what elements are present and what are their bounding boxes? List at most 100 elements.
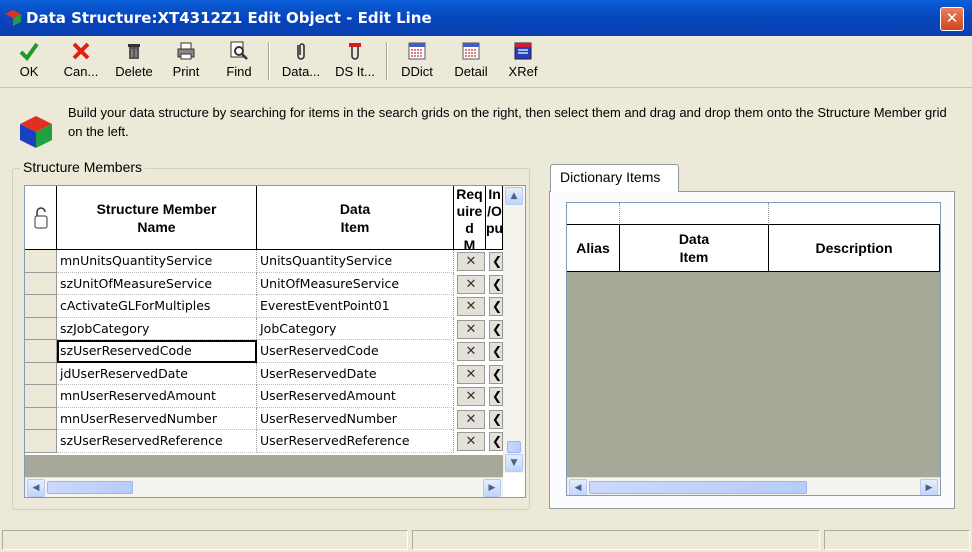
scroll-thumb[interactable] [589, 481, 807, 494]
data-item-cell[interactable]: JobCategory [257, 317, 454, 340]
member-row[interactable]: szJobCategory JobCategory ✕ ❮ [25, 317, 503, 340]
column-header-structure-member-name[interactable]: Structure Member Name [57, 186, 257, 250]
tab-dictionary-items[interactable]: Dictionary Items [550, 164, 679, 192]
data-item-cell[interactable]: UnitOfMeasureService [257, 272, 454, 295]
scroll-right-icon[interactable]: ▶ [920, 479, 938, 495]
scroll-up-icon[interactable]: ▲ [505, 187, 523, 205]
members-vertical-scrollbar[interactable]: ▲ ▼ [503, 186, 525, 473]
member-row[interactable]: mnUnitsQuantityService UnitsQuantityServi… [25, 250, 503, 273]
data-item-cell[interactable]: UserReservedCode [257, 340, 454, 363]
member-row[interactable]: jdUserReservedDate UserReservedDate ✕ ❮ [25, 362, 503, 385]
scroll-left-icon[interactable]: ◀ [569, 479, 587, 495]
remove-x-icon[interactable]: ✕ [457, 409, 485, 429]
remove-x-icon[interactable]: ✕ [457, 364, 485, 384]
data-item-cell[interactable]: UserReservedReference [257, 430, 454, 453]
ddict-label: DDict [401, 64, 433, 79]
row-selector-header[interactable] [25, 186, 57, 250]
structure-cube-icon [20, 116, 52, 148]
data-item-cell[interactable]: UserReservedDate [257, 362, 454, 385]
remove-x-icon[interactable]: ✕ [457, 432, 485, 451]
toolbar: OK Can... Delete Print Find Data... DS I… [0, 36, 972, 88]
member-row[interactable]: mnUserReservedNumber UserReservedNumber ✕ ❮ [25, 407, 503, 430]
column-header-description[interactable]: Description [769, 225, 940, 272]
member-row[interactable]: mnUserReservedAmount UserReservedAmount ✕ ❮ [25, 385, 503, 408]
member-name-cell[interactable]: mnUserReservedAmount [57, 385, 257, 408]
column-header-required[interactable]: Req uire d M [454, 186, 486, 250]
row-selector[interactable] [25, 340, 57, 363]
scroll-down-icon[interactable]: ▼ [505, 454, 523, 472]
io-toggle-icon[interactable]: ❮ [489, 364, 503, 384]
scroll-left-icon[interactable]: ◀ [27, 479, 45, 497]
member-name-cell[interactable]: jdUserReservedDate [57, 362, 257, 385]
ok-button[interactable]: OK [10, 39, 48, 85]
title-bar[interactable]: Data Structure:XT4312Z1 Edit Object - Ed… [0, 0, 972, 36]
find-button[interactable]: Find [218, 39, 260, 85]
scroll-right-icon[interactable]: ▶ [483, 479, 501, 497]
io-toggle-icon[interactable]: ❮ [489, 274, 503, 294]
filter-cell-data-item[interactable] [620, 203, 769, 225]
member-name-cell[interactable]: szJobCategory [57, 317, 257, 340]
io-toggle-icon[interactable]: ❮ [489, 432, 503, 451]
column-header-input-output[interactable]: In /O pu [486, 186, 503, 250]
delete-button[interactable]: Delete [108, 39, 160, 85]
structure-members-grid[interactable]: Structure Member Name Data Item Req uire… [24, 185, 526, 498]
remove-x-icon[interactable]: ✕ [457, 252, 485, 271]
remove-x-icon[interactable]: ✕ [457, 319, 485, 339]
data-item-cell[interactable]: UserReservedNumber [257, 407, 454, 430]
column-header-alias[interactable]: Alias [567, 225, 620, 272]
member-name-cell[interactable]: mnUnitsQuantityService [57, 250, 257, 273]
data-item-cell[interactable]: EverestEventPoint01 [257, 295, 454, 318]
member-row[interactable]: szUnitOfMeasureService UnitOfMeasureServi… [25, 272, 503, 295]
scroll-thumb[interactable] [507, 441, 521, 453]
members-horizontal-scrollbar[interactable]: ◀ ▶ [25, 477, 503, 497]
scroll-thumb[interactable] [47, 481, 133, 494]
row-selector[interactable] [25, 317, 57, 340]
xref-button[interactable]: XRef [502, 39, 544, 85]
member-name-cell[interactable]: szUserReservedReference [57, 430, 257, 453]
io-toggle-icon[interactable]: ❮ [489, 342, 503, 361]
dictionary-items-grid[interactable]: Alias Data Item Description ◀ ▶ [566, 202, 941, 496]
remove-x-icon[interactable]: ✕ [457, 342, 485, 361]
close-button[interactable]: ✕ [940, 7, 964, 31]
ddict-button[interactable]: DDict [394, 39, 440, 85]
remove-x-icon[interactable]: ✕ [457, 274, 485, 294]
row-selector[interactable] [25, 250, 57, 273]
column-header-data-item[interactable]: Data Item [257, 186, 454, 250]
ds-item-button[interactable]: DS It... [330, 39, 380, 85]
member-name-cell[interactable]: mnUserReservedNumber [57, 407, 257, 430]
print-button[interactable]: Print [166, 39, 206, 85]
filter-cell-alias[interactable] [567, 203, 620, 225]
column-header-dict-data-item[interactable]: Data Item [620, 225, 769, 272]
row-selector[interactable] [25, 385, 57, 408]
cross-reference-icon [514, 42, 532, 60]
row-selector[interactable] [25, 407, 57, 430]
data-item-cell[interactable]: UserReservedAmount [257, 385, 454, 408]
dictionary-horizontal-scrollbar[interactable]: ◀ ▶ [567, 477, 940, 495]
data-button[interactable]: Data... [276, 39, 326, 85]
filter-cell-description[interactable] [769, 203, 940, 225]
member-row[interactable]: cActivateGLForMultiples EverestEventPoint… [25, 295, 503, 318]
detail-button[interactable]: Detail [448, 39, 494, 85]
grid-empty-area [567, 272, 940, 478]
row-selector[interactable] [25, 272, 57, 295]
io-toggle-icon[interactable]: ❮ [489, 297, 503, 316]
data-item-cell[interactable]: UnitsQuantityService [257, 250, 454, 273]
io-toggle-icon[interactable]: ❮ [489, 387, 503, 406]
print-label: Print [172, 64, 200, 79]
io-toggle-icon[interactable]: ❮ [489, 319, 503, 339]
member-name-cell[interactable]: szUserReservedCode [57, 340, 257, 363]
row-selector[interactable] [25, 295, 57, 318]
cancel-button[interactable]: Can... [58, 39, 104, 85]
row-selector[interactable] [25, 430, 57, 453]
member-name-cell[interactable]: cActivateGLForMultiples [57, 295, 257, 318]
trash-icon [128, 44, 140, 59]
row-selector[interactable] [25, 362, 57, 385]
status-pane [824, 530, 970, 550]
member-row[interactable]: szUserReservedReference UserReservedRefer… [25, 430, 503, 453]
member-row[interactable]: szUserReservedCode UserReservedCode ✕ ❮ [25, 340, 503, 363]
io-toggle-icon[interactable]: ❮ [489, 409, 503, 429]
io-toggle-icon[interactable]: ❮ [489, 252, 503, 271]
remove-x-icon[interactable]: ✕ [457, 387, 485, 406]
member-name-cell[interactable]: szUnitOfMeasureService [57, 272, 257, 295]
remove-x-icon[interactable]: ✕ [457, 297, 485, 316]
